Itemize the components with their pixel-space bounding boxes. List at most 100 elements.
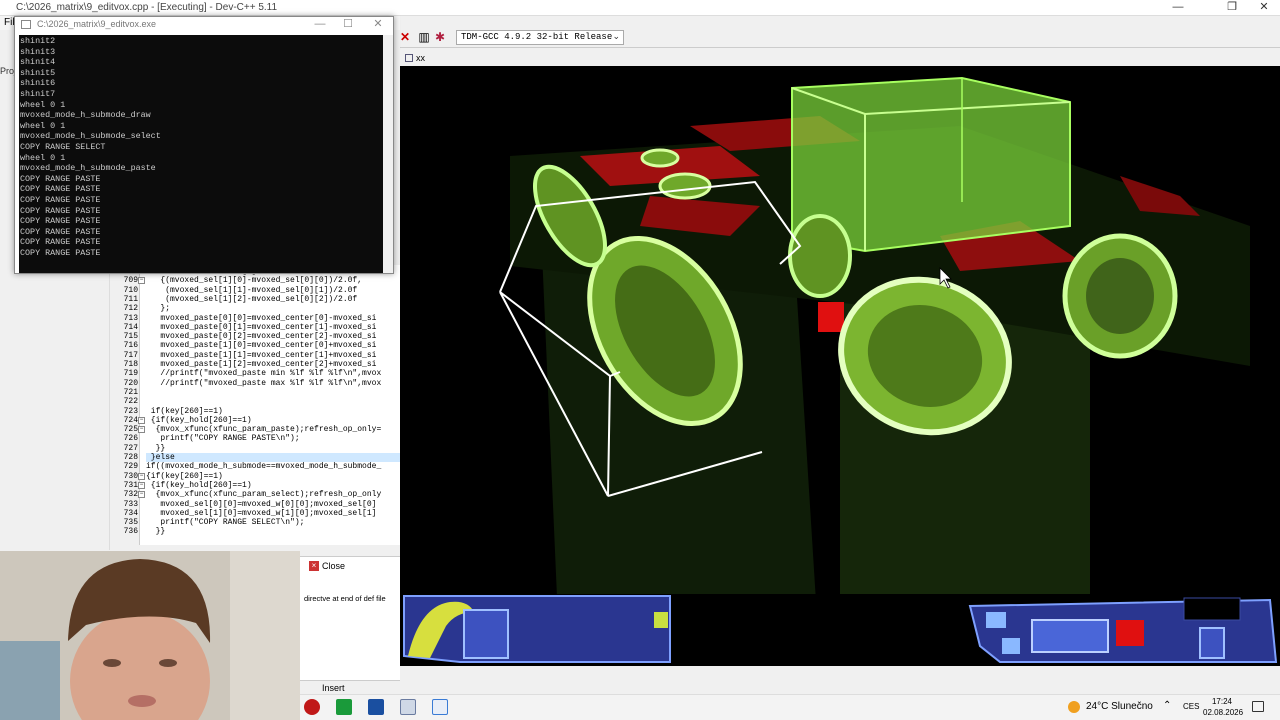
minimize-icon[interactable]: — xyxy=(1158,0,1198,16)
chevron-down-icon: ⌄ xyxy=(612,32,620,42)
code-line[interactable]: mvoxed_paste[1][2]=mvoxed_center[2]+mvox… xyxy=(146,360,400,369)
console-line: wheel 0 1 xyxy=(20,152,66,163)
code-line[interactable]: if((mvoxed_mode_h_submode==mvoxed_mode_h… xyxy=(146,462,400,471)
line-number: 711 xyxy=(123,294,138,304)
code-line[interactable]: {mvox_xfunc(xfunc_param_select);refresh_… xyxy=(146,490,400,499)
weather-widget[interactable]: 24°C Slunečno xyxy=(1068,699,1158,715)
console-close-icon[interactable]: ✕ xyxy=(363,17,393,33)
console-line: COPY RANGE SELECT xyxy=(20,141,106,152)
code-line[interactable]: }} xyxy=(146,527,400,536)
fold-toggle-icon[interactable]: − xyxy=(138,472,145,480)
close-button-label: Close xyxy=(322,561,346,571)
taskbar-app-icon[interactable] xyxy=(304,699,320,715)
status-insert-mode: Insert xyxy=(322,683,345,693)
code-editor[interactable]: float mvoxed_size[3]=709− {(mvoxed_sel[1… xyxy=(110,265,400,545)
notification-icon[interactable] xyxy=(1252,701,1264,712)
code-line[interactable]: mvoxed_paste[1][0]=mvoxed_center[0]+mvox… xyxy=(146,341,400,350)
console-app-icon xyxy=(21,20,31,29)
chart-icon[interactable]: ▥ xyxy=(417,30,431,44)
fold-toggle-icon[interactable]: − xyxy=(138,491,145,499)
debug-icon[interactable]: ✱ xyxy=(433,30,447,44)
console-window[interactable]: C:\2026_matrix\9_editvox.exe — ☐ ✕ shini… xyxy=(14,16,394,274)
console-line: COPY RANGE PASTE xyxy=(20,173,101,184)
hud-grid-icon[interactable] xyxy=(463,609,509,659)
hud-grid-icon[interactable] xyxy=(1199,627,1225,659)
console-line: COPY RANGE PASTE xyxy=(20,247,101,258)
line-number: 714 xyxy=(123,322,138,332)
game-window-titlebar xyxy=(400,50,1280,66)
code-line[interactable]: {if(key[260]==1) xyxy=(146,472,400,481)
line-number: 723 xyxy=(123,406,138,416)
line-number: 712 xyxy=(123,304,138,314)
line-number: 726 xyxy=(123,434,138,444)
line-number: 728 xyxy=(123,453,138,462)
game-window-tab[interactable]: xx xyxy=(402,51,442,65)
clock-date: 02.08.2026 xyxy=(1203,708,1244,717)
console-scrollbar[interactable] xyxy=(383,35,393,273)
code-line[interactable]: //printf("mvoxed_paste max %lf %lf %lf\n… xyxy=(146,379,400,388)
hud-corner-icon[interactable] xyxy=(654,612,668,628)
voxel-viewport[interactable] xyxy=(400,66,1280,666)
clock[interactable]: 17:24 02.08.2026 xyxy=(1203,696,1244,718)
console-minimize-icon[interactable]: — xyxy=(305,17,335,33)
fold-toggle-icon[interactable]: − xyxy=(138,481,145,489)
code-line[interactable] xyxy=(146,397,400,406)
code-line[interactable]: }else xyxy=(146,453,400,463)
code-line[interactable] xyxy=(146,388,400,397)
code-line[interactable]: mvoxed_sel[1][0]=mvoxed_w[1][0];mvoxed_s… xyxy=(146,509,400,518)
code-line[interactable]: mvoxed_paste[1][1]=mvoxed_center[1]+mvox… xyxy=(146,351,400,360)
ide-title-bar: C:\2026_matrix\9_editvox.cpp - [Executin… xyxy=(0,0,1280,16)
console-line: COPY RANGE PASTE xyxy=(20,194,101,205)
code-line[interactable]: printf("COPY RANGE PASTE\n"); xyxy=(146,434,400,443)
hud-small-icon[interactable] xyxy=(1002,638,1020,654)
taskbar-window-icon[interactable] xyxy=(400,699,416,715)
code-line[interactable]: {(mvoxed_sel[1][0]-mvoxed_sel[0][0])/2.0… xyxy=(146,276,400,285)
console-output[interactable]: shinit2 shinit3 shinit4 shinit5 shinit6 shini… xyxy=(19,35,383,273)
hud-small-icon[interactable] xyxy=(986,612,1006,628)
line-number: 716 xyxy=(123,341,138,351)
code-line[interactable]: }} xyxy=(146,444,400,453)
line-number: 736 xyxy=(123,527,138,537)
console-maximize-icon[interactable]: ☐ xyxy=(333,17,363,33)
code-line[interactable]: //printf("mvoxed_paste min %lf %lf %lf\n… xyxy=(146,369,400,378)
fold-toggle-icon[interactable]: − xyxy=(138,277,145,285)
fold-toggle-icon[interactable]: − xyxy=(138,426,145,434)
console-title-bar[interactable]: C:\2026_matrix\9_editvox.exe — ☐ ✕ xyxy=(15,17,393,33)
red-cursor-voxel xyxy=(818,302,844,332)
chevron-up-icon[interactable]: ⌃ xyxy=(1163,700,1171,711)
fold-toggle-icon[interactable]: − xyxy=(138,416,145,424)
hud-display-slot xyxy=(1183,597,1241,621)
code-line[interactable]: mvoxed_paste[0][2]=mvoxed_center[2]-mvox… xyxy=(146,332,400,341)
line-number: 735 xyxy=(123,518,138,528)
voxel-structure-inner xyxy=(1086,258,1154,334)
taskbar-devcpp-icon[interactable] xyxy=(368,699,384,715)
code-line[interactable]: (mvoxed_sel[1][1]-mvoxed_sel[0][1])/2.0f xyxy=(146,286,400,295)
code-line[interactable]: printf("COPY RANGE SELECT\n"); xyxy=(146,518,400,527)
close-icon[interactable]: ✕ xyxy=(1244,0,1280,16)
line-number: 713 xyxy=(123,313,138,323)
hud-keyboard-icon[interactable] xyxy=(1031,619,1109,653)
line-number: 722 xyxy=(123,397,138,407)
window-icon xyxy=(405,54,413,62)
code-line[interactable]: mvoxed_paste[0][0]=mvoxed_center[0]-mvox… xyxy=(146,314,400,323)
stop-execution-icon[interactable]: ✕ xyxy=(398,30,412,44)
taskbar-window-icon[interactable] xyxy=(432,699,448,715)
compiler-select[interactable]: TDM-GCC 4.9.2 32-bit Release ⌄ xyxy=(456,30,624,45)
code-line[interactable]: {if(key_hold[260]==1) xyxy=(146,481,400,490)
code-line[interactable]: mvoxed_paste[0][1]=mvoxed_center[1]-mvox… xyxy=(146,323,400,332)
code-line[interactable]: mvoxed_sel[0][0]=mvoxed_w[0][0];mvoxed_s… xyxy=(146,500,400,509)
code-line[interactable]: {mvox_xfunc(xfunc_param_paste);refresh_o… xyxy=(146,425,400,434)
line-number: 733 xyxy=(123,499,138,509)
code-line[interactable]: (mvoxed_sel[1][2]-mvoxed_sel[0][2])/2.0f xyxy=(146,295,400,304)
code-line[interactable]: }; xyxy=(146,304,400,313)
taskbar-app-icon[interactable] xyxy=(336,699,352,715)
code-line[interactable]: if(key[260]==1) xyxy=(146,407,400,416)
close-icon: × xyxy=(309,561,319,571)
language-indicator[interactable]: CES xyxy=(1183,702,1199,711)
line-number: 721 xyxy=(123,387,138,397)
weather-text: 24°C Slunečno xyxy=(1086,701,1153,712)
code-line[interactable]: {if(key_hold[260]==1) xyxy=(146,416,400,425)
close-button[interactable]: × Close xyxy=(306,559,356,573)
console-line: COPY RANGE PASTE xyxy=(20,237,101,248)
hud-color-swatch[interactable] xyxy=(1116,620,1144,646)
